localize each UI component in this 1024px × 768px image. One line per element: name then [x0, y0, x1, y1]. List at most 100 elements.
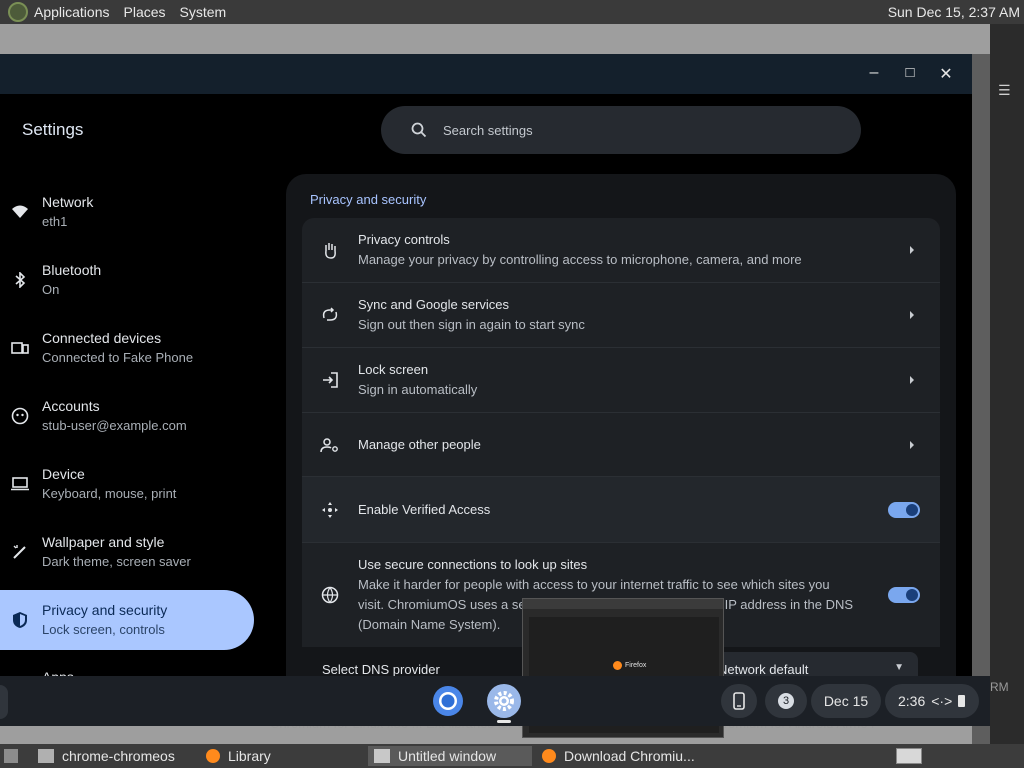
- desktop-icon: [4, 749, 18, 763]
- settings-app-icon[interactable]: [487, 684, 521, 718]
- verified-access-toggle[interactable]: [888, 501, 920, 518]
- chevron-right-icon: [884, 311, 940, 319]
- sidebar-item-wallpaper[interactable]: Wallpaper and style Dark theme, screen sa…: [0, 522, 254, 582]
- task-label: chrome-chromeos: [62, 748, 175, 764]
- sidebar-item-bluetooth[interactable]: Bluetooth On: [0, 250, 254, 310]
- chevron-down-icon: ▼: [894, 662, 904, 673]
- workspace-icon: [896, 748, 922, 764]
- task-label: Library: [228, 748, 271, 764]
- taskbar-item-untitled-window[interactable]: Untitled window: [368, 746, 532, 766]
- window-icon: [374, 749, 390, 763]
- firefox-icon: [542, 749, 556, 763]
- sidebar-item-sub: Lock screen, controls: [42, 622, 165, 637]
- wifi-icon: [0, 205, 40, 219]
- chevron-right-icon: [884, 440, 940, 449]
- applications-menu[interactable]: Applications: [34, 4, 110, 20]
- sidebar-item-label: Accounts: [42, 398, 100, 414]
- sidebar-item-privacy[interactable]: Privacy and security Lock screen, control…: [0, 590, 254, 650]
- hand-icon: [302, 241, 358, 259]
- chromium-icon[interactable]: [431, 684, 465, 718]
- system-menu[interactable]: System: [180, 4, 227, 20]
- verified-access-icon: [302, 501, 358, 519]
- paint-icon: [0, 543, 40, 561]
- row-label: Sync and Google services: [358, 297, 510, 312]
- taskbar-item-chrome-chromeos[interactable]: chrome-chromeos: [32, 746, 196, 766]
- taskbar-item-library[interactable]: Library: [200, 746, 364, 766]
- sidebar-item-label: Bluetooth: [42, 262, 102, 278]
- bluetooth-icon: [0, 272, 40, 288]
- launcher-button[interactable]: [0, 685, 8, 719]
- notification-count-badge: 3: [778, 693, 794, 709]
- sidebar-item-label: Connected devices: [42, 330, 162, 346]
- search-icon: [409, 120, 429, 140]
- distro-logo-icon[interactable]: [8, 2, 28, 22]
- sidebar-item-sub: stub-user@example.com: [42, 418, 187, 433]
- search-box[interactable]: [381, 106, 861, 154]
- network-ethernet-icon: <·>: [931, 693, 953, 709]
- section-title: Privacy and security: [310, 192, 427, 207]
- sidebar-item-network[interactable]: Network eth1: [0, 182, 254, 242]
- chevron-right-icon: [884, 376, 940, 384]
- login-icon: [302, 371, 358, 389]
- dns-provider-select[interactable]: Network default ▼: [700, 652, 918, 676]
- settings-window: – □ ✕ Settings Network eth1 Bluetooth On C…: [0, 54, 972, 676]
- preview-firefox-label: Firefox: [625, 662, 647, 669]
- firefox-icon: [206, 749, 220, 763]
- menu-icon[interactable]: ☰: [998, 82, 1011, 99]
- privacy-controls-row[interactable]: Privacy controls Manage your privacy by c…: [302, 218, 940, 283]
- battery-icon: [958, 695, 966, 707]
- row-label: Use secure connections to look up sites: [358, 557, 588, 572]
- sidebar-item-sub: Dark theme, screen saver: [42, 554, 191, 569]
- sidebar-item-device[interactable]: Device Keyboard, mouse, print: [0, 454, 254, 514]
- secure-dns-toggle[interactable]: [888, 587, 920, 603]
- top-panel: Applications Places System Sun Dec 15, 2…: [0, 0, 1024, 24]
- manage-people-row[interactable]: Manage other people: [302, 413, 940, 477]
- maximize-button[interactable]: □: [900, 64, 920, 81]
- status-tray[interactable]: 2:36 <·>: [885, 684, 979, 718]
- sidebar-item-sub: eth1: [42, 214, 68, 229]
- sidebar-item-accounts[interactable]: Accounts stub-user@example.com: [0, 386, 254, 446]
- title-bar: – □ ✕: [0, 54, 972, 94]
- row-description: Manage your privacy by controlling acces…: [358, 252, 802, 267]
- globe-icon: [302, 586, 358, 604]
- show-desktop-button[interactable]: [0, 746, 26, 766]
- search-input[interactable]: [443, 122, 823, 138]
- minimize-button[interactable]: –: [864, 64, 884, 82]
- dns-provider-value: Network default: [718, 662, 809, 676]
- sidebar-item-label: Device: [42, 466, 85, 482]
- row-description: Sign out then sign in again to start syn…: [358, 317, 585, 332]
- settings-list: Privacy controls Manage your privacy by c…: [302, 218, 940, 647]
- phone-hub-button[interactable]: [721, 684, 757, 718]
- taskbar-item-download-chromium[interactable]: Download Chromiu...: [536, 746, 700, 766]
- shield-icon: [0, 611, 40, 629]
- laptop-icon: [0, 477, 40, 491]
- preview-tabbar: [523, 599, 723, 609]
- sidebar-item-label: Privacy and security: [42, 602, 168, 618]
- page-title: Settings: [22, 120, 84, 139]
- sync-services-row[interactable]: Sync and Google services Sign out then si…: [302, 283, 940, 348]
- sidebar-item-connected-devices[interactable]: Connected devices Connected to Fake Phone: [0, 318, 254, 378]
- sync-icon: [302, 307, 358, 323]
- close-button[interactable]: ✕: [936, 64, 956, 84]
- row-label: Manage other people: [358, 436, 481, 452]
- lock-screen-row[interactable]: Lock screen Sign in automatically: [302, 348, 940, 413]
- workspace-switcher[interactable]: [892, 746, 926, 766]
- account-icon: [0, 407, 40, 425]
- row-label: Privacy controls: [358, 232, 450, 247]
- places-menu[interactable]: Places: [124, 4, 166, 20]
- manage-people-icon: [302, 437, 358, 453]
- row-label: Enable Verified Access: [358, 501, 491, 517]
- date-tray[interactable]: Dec 15: [811, 684, 881, 718]
- dns-provider-label: Select DNS provider: [322, 662, 440, 676]
- chevron-right-icon: [884, 246, 940, 254]
- desktop-taskbar: chrome-chromeos Library Untitled window …: [0, 744, 1024, 768]
- panel-clock[interactable]: Sun Dec 15, 2:37 AM: [888, 4, 1020, 20]
- sidebar-item-label: Apps: [42, 668, 74, 676]
- sidebar-item-apps[interactable]: Apps: [0, 660, 254, 676]
- sidebar-item-sub: On: [42, 282, 60, 297]
- verified-access-row: Enable Verified Access: [302, 477, 940, 543]
- notification-counter[interactable]: 3: [765, 684, 807, 718]
- sidebar-item-label: Network: [42, 194, 94, 210]
- sidebar-item-label: Wallpaper and style: [42, 534, 165, 550]
- task-label: Untitled window: [398, 748, 497, 764]
